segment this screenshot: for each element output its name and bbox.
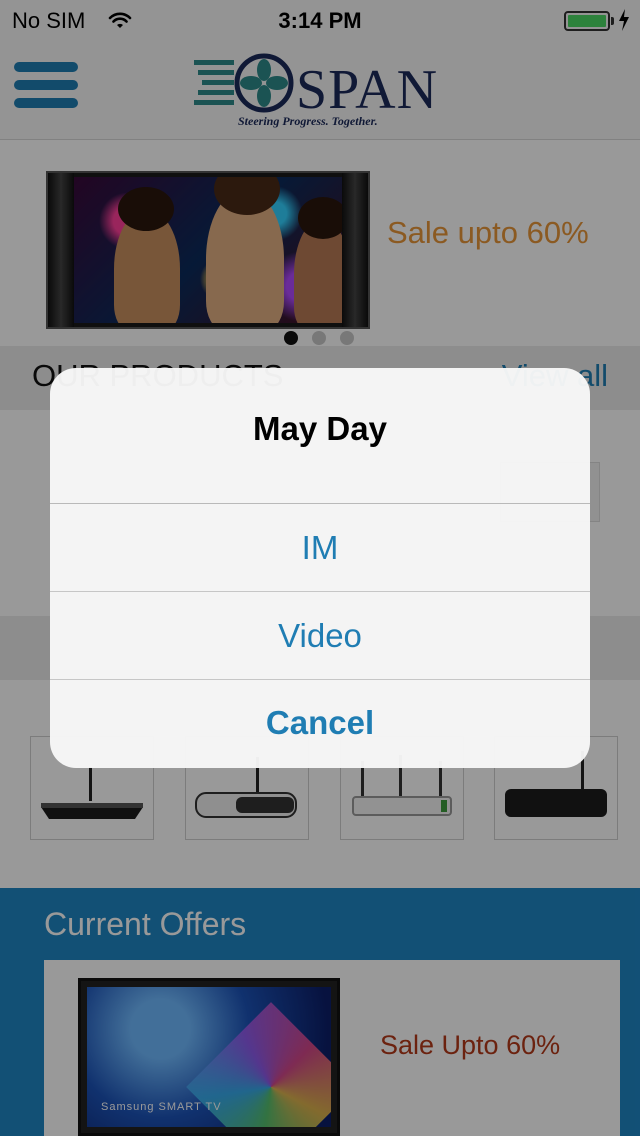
alert-header: May Day <box>50 368 590 504</box>
alert-title: May Day <box>253 410 387 447</box>
alert-im-button[interactable]: IM <box>50 504 590 592</box>
alert-video-button[interactable]: Video <box>50 592 590 680</box>
alert-cancel-button[interactable]: Cancel <box>50 680 590 766</box>
action-alert: May Day IM Video Cancel <box>50 368 590 768</box>
